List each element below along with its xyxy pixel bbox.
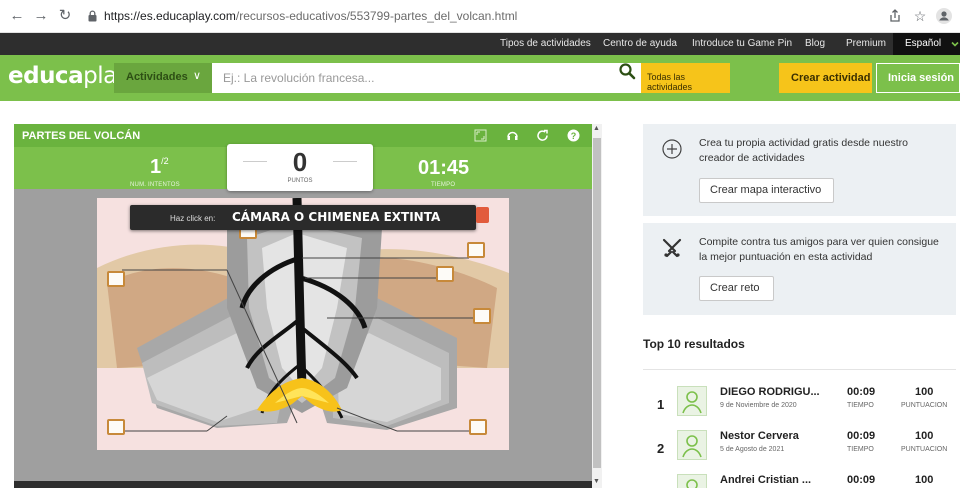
result-row[interactable]: 2 Nestor Cervera 5 de Agosto de 2021 00:…	[643, 429, 956, 469]
profile-icon[interactable]	[936, 8, 952, 24]
challenge-card: Compite contra tus amigos para ver quien…	[643, 223, 956, 315]
volcano-illustration	[97, 198, 509, 432]
result-time-label: TIEMPO	[847, 402, 874, 409]
lock-icon	[88, 10, 97, 22]
answer-pin-1[interactable]	[107, 271, 125, 287]
game-title: PARTES DEL VOLCÁN	[22, 130, 141, 142]
points-value: 0	[292, 147, 308, 177]
restart-icon[interactable]	[535, 128, 550, 143]
search-icon[interactable]	[618, 62, 636, 80]
result-name: Nestor Cervera	[720, 430, 799, 442]
forward-arrow-icon[interactable]: →	[32, 7, 50, 25]
hint-marker	[476, 207, 489, 223]
plus-circle-icon	[662, 139, 682, 159]
result-time-label: TIEMPO	[847, 446, 874, 453]
top-nav: Tipos de actividades Centro de ayuda Int…	[0, 33, 960, 55]
topnav-item-blog[interactable]: Blog	[805, 38, 825, 49]
svg-text:?: ?	[571, 131, 577, 141]
answer-pin-4[interactable]	[436, 266, 454, 282]
address-bar[interactable]: https://es.educaplay.com/recursos-educat…	[88, 5, 958, 28]
attempts-label: NUM. INTENTOS	[130, 182, 180, 188]
time-label: TIEMPO	[431, 182, 456, 188]
create-challenge-button[interactable]: Crear reto	[699, 276, 774, 301]
result-row[interactable]: 3 Andrei Cristian ... 00:09 100	[643, 473, 956, 488]
result-rank: 2	[657, 441, 665, 456]
share-icon[interactable]	[888, 9, 902, 23]
activities-label: Actividades	[126, 71, 188, 83]
result-time: 00:09	[847, 474, 876, 486]
result-rank: 1	[657, 397, 665, 412]
educaplay-logo[interactable]: educaplay	[8, 63, 130, 89]
chevron-down-icon: ∨	[192, 70, 201, 82]
hint-prefix: Haz click en:	[170, 214, 216, 223]
create-activity-card: Crea tu propia actividad gratis desde nu…	[643, 124, 956, 216]
star-icon[interactable]: ☆	[911, 7, 929, 25]
scroll-up-icon[interactable]: ▲	[593, 125, 600, 132]
result-score-label: PUNTUACION	[901, 446, 948, 453]
topnav-item-premium[interactable]: Premium	[846, 38, 886, 49]
avatar	[677, 430, 707, 460]
top10-title: Top 10 resultados	[643, 337, 745, 351]
divider	[643, 369, 956, 370]
result-date: 5 de Agosto de 2021	[720, 446, 785, 453]
help-icon[interactable]: ?	[566, 128, 581, 143]
language-selector[interactable]: Español	[893, 33, 960, 55]
result-name: DIEGO RODRIGU...	[720, 386, 820, 398]
login-button[interactable]: Inicia sesión	[876, 63, 960, 93]
user-avatar-icon	[686, 479, 698, 488]
create-card-text: Crea tu propia actividad gratis desde nu…	[699, 137, 908, 164]
reload-icon[interactable]: ↻	[56, 7, 74, 25]
attempts-value: 1/2	[150, 156, 169, 178]
topnav-item-help[interactable]: Centro de ayuda	[603, 38, 677, 49]
fullscreen-icon[interactable]	[473, 128, 488, 143]
avatar	[677, 474, 707, 488]
result-score: 100	[915, 386, 934, 398]
hint-banner: Haz click en: CÁMARA O CHIMENEA EXTINTA	[130, 205, 476, 230]
activities-dropdown[interactable]: Actividades ∨	[114, 63, 212, 93]
language-label: Español	[905, 38, 942, 49]
result-score-label: PUNTUACION	[901, 402, 948, 409]
answer-pin-7[interactable]	[469, 419, 487, 435]
create-activity-button[interactable]: Crear actividad	[779, 63, 872, 93]
game-scrollbar[interactable]: ▲ ▼	[592, 124, 602, 488]
volcano-diagram	[97, 198, 509, 450]
hint-target: CÁMARA O CHIMENEA EXTINTA	[232, 210, 441, 224]
create-interactive-map-button[interactable]: Crear mapa interactivo	[699, 178, 834, 203]
scrollbar-thumb[interactable]	[593, 138, 601, 468]
back-arrow-icon[interactable]: ←	[8, 7, 26, 25]
avatar	[677, 386, 707, 416]
game-footer-bar	[14, 481, 592, 488]
result-score: 100	[915, 474, 934, 486]
search-input[interactable]: Ej.: La revolución francesa...	[212, 63, 642, 93]
game-frame: PARTES DEL VOLCÁN ? 1/2 NUM. INTENTOS 01…	[14, 124, 592, 488]
time-value: 01:45	[418, 157, 470, 179]
answer-pin-5[interactable]	[473, 308, 491, 324]
topnav-item-game-pin[interactable]: Introduce tu Game Pin	[692, 38, 792, 49]
result-time: 00:09	[847, 386, 876, 398]
url-text: https://es.educaplay.com/recursos-educat…	[104, 9, 518, 23]
result-name: Andrei Cristian ...	[720, 474, 812, 486]
result-date: 9 de Noviembre de 2020	[720, 402, 797, 409]
user-avatar-icon	[682, 435, 702, 458]
all-activities-button[interactable]: Todas las actividades	[641, 63, 730, 93]
points-box: 0 PUNTOS	[227, 144, 373, 191]
scroll-down-icon[interactable]: ▼	[593, 478, 600, 485]
user-avatar-icon	[682, 391, 702, 414]
answer-pin-3[interactable]	[467, 242, 485, 258]
browser-toolbar: ← → ↻ https://es.educaplay.com/recursos-…	[0, 0, 960, 33]
sound-icon[interactable]	[505, 128, 520, 143]
answer-pin-6[interactable]	[107, 419, 125, 435]
chevron-down-icon	[951, 41, 959, 47]
points-label: PUNTOS	[287, 178, 313, 184]
topnav-item-activity-types[interactable]: Tipos de actividades	[500, 38, 591, 49]
result-time: 00:09	[847, 430, 876, 442]
crossed-swords-icon	[662, 238, 682, 258]
search-placeholder: Ej.: La revolución francesa...	[223, 71, 375, 85]
result-row[interactable]: 1 DIEGO RODRIGU... 9 de Noviembre de 202…	[643, 385, 956, 425]
result-score: 100	[915, 430, 934, 442]
challenge-card-text: Compite contra tus amigos para ver quien…	[699, 236, 939, 263]
